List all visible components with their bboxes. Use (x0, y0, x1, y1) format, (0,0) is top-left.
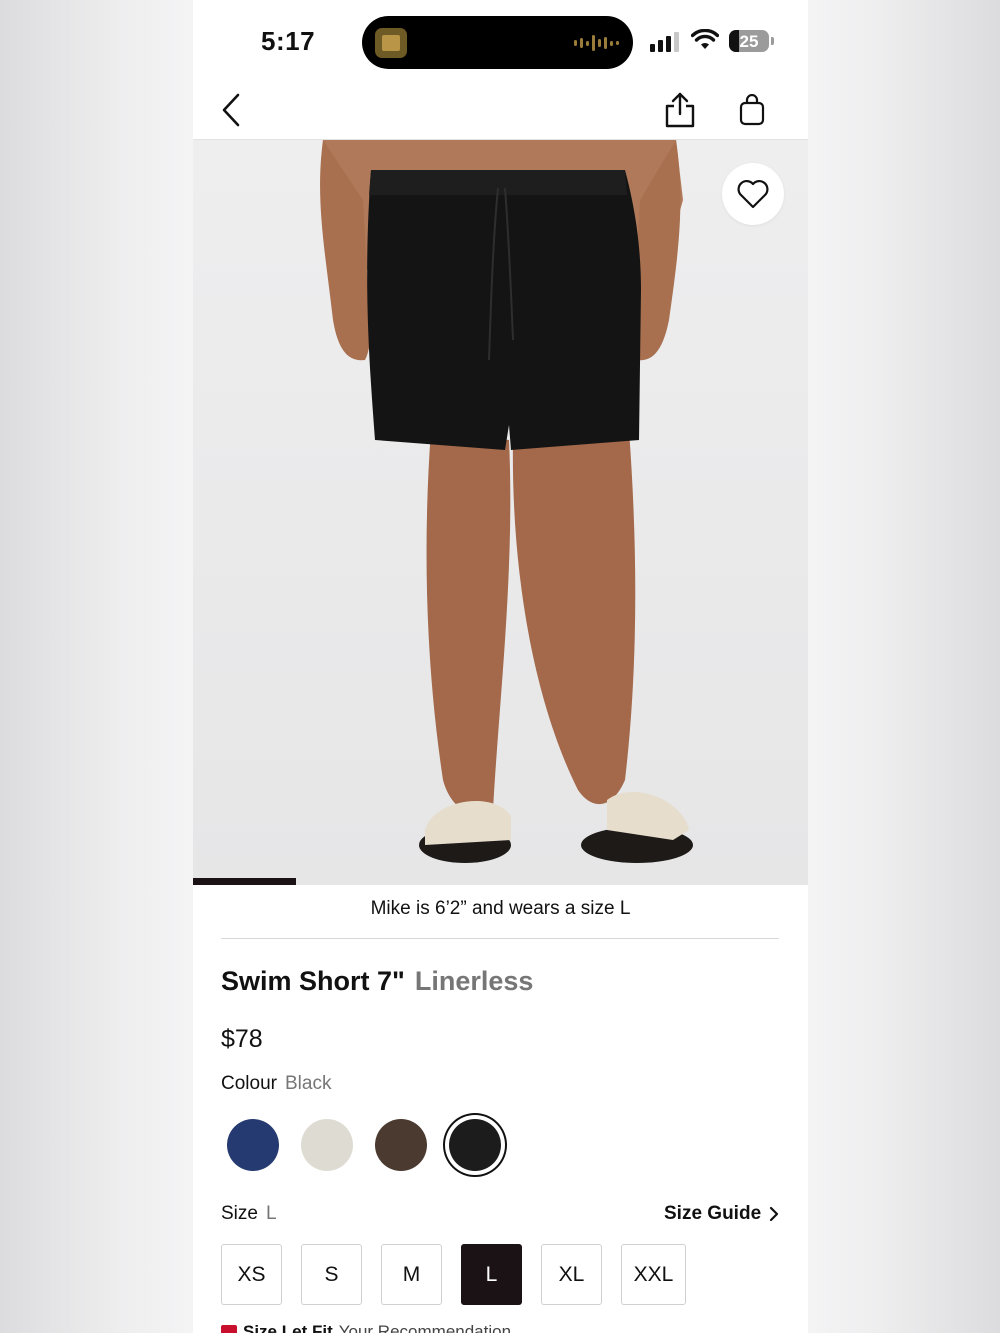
product-title: Swim Short 7" Linerless (221, 966, 533, 997)
size-fit-text: Your Recommendation (338, 1322, 512, 1333)
product-image[interactable] (193, 140, 808, 885)
share-button[interactable] (658, 88, 702, 132)
phone-screen: 5:17 25 Mike is 6’2” and wears a size L … (193, 0, 808, 1333)
size-option-button[interactable]: S (301, 1244, 362, 1305)
audio-waveform-icon (574, 34, 619, 52)
shopping-bag-button[interactable] (730, 88, 774, 132)
share-icon (665, 92, 695, 128)
size-option-button[interactable]: M (381, 1244, 442, 1305)
size-fit-badge-icon (221, 1325, 237, 1333)
product-photo (320, 140, 693, 863)
colour-selector-label: Colour Black (221, 1073, 331, 1095)
colour-label: Colour (221, 1073, 277, 1094)
now-playing-artwork-icon (375, 28, 407, 58)
dynamic-island (362, 16, 633, 69)
gallery-progress (193, 878, 808, 885)
status-bar: 5:17 25 (193, 0, 808, 80)
product-price: $78 (221, 1025, 263, 1053)
size-option-button[interactable]: L (461, 1244, 522, 1305)
back-button[interactable] (209, 88, 253, 132)
size-fit-row[interactable]: Size Let Fit Your Recommendation (221, 1322, 511, 1333)
colour-selected-value: Black (284, 1073, 332, 1094)
wifi-icon (691, 29, 719, 49)
size-option-button[interactable]: XXL (621, 1244, 686, 1305)
heart-icon (737, 179, 769, 209)
battery-icon: 25 (729, 30, 769, 52)
divider (221, 938, 779, 939)
nav-bar (193, 80, 808, 140)
colour-swatch[interactable] (449, 1119, 501, 1171)
colour-swatch[interactable] (375, 1119, 427, 1171)
product-subtitle: Linerless (414, 966, 534, 996)
shopping-bag-icon (739, 94, 765, 126)
chevron-left-icon (222, 93, 240, 127)
size-guide-label: Size Guide (664, 1203, 762, 1224)
size-option-button[interactable]: XL (541, 1244, 602, 1305)
cellular-signal-icon (650, 32, 679, 52)
wishlist-button[interactable] (722, 163, 784, 225)
status-time: 5:17 (261, 26, 316, 56)
colour-swatch[interactable] (301, 1119, 353, 1171)
gallery-progress-fill (193, 878, 296, 885)
size-label: Size (221, 1203, 258, 1224)
size-option-button[interactable]: XS (221, 1244, 282, 1305)
battery-percent: 25 (739, 32, 759, 51)
size-fit-title: Size Let Fit (243, 1322, 333, 1333)
model-size-note: Mike is 6’2” and wears a size L (370, 898, 631, 919)
battery-cap (771, 37, 774, 45)
size-selected-value: L (265, 1203, 277, 1224)
product-name: Swim Short 7" (221, 966, 405, 996)
size-selector-label: Size L (221, 1203, 277, 1225)
colour-swatch[interactable] (227, 1119, 279, 1171)
chevron-right-icon (770, 1206, 779, 1222)
size-guide-link[interactable]: Size Guide (664, 1203, 779, 1225)
